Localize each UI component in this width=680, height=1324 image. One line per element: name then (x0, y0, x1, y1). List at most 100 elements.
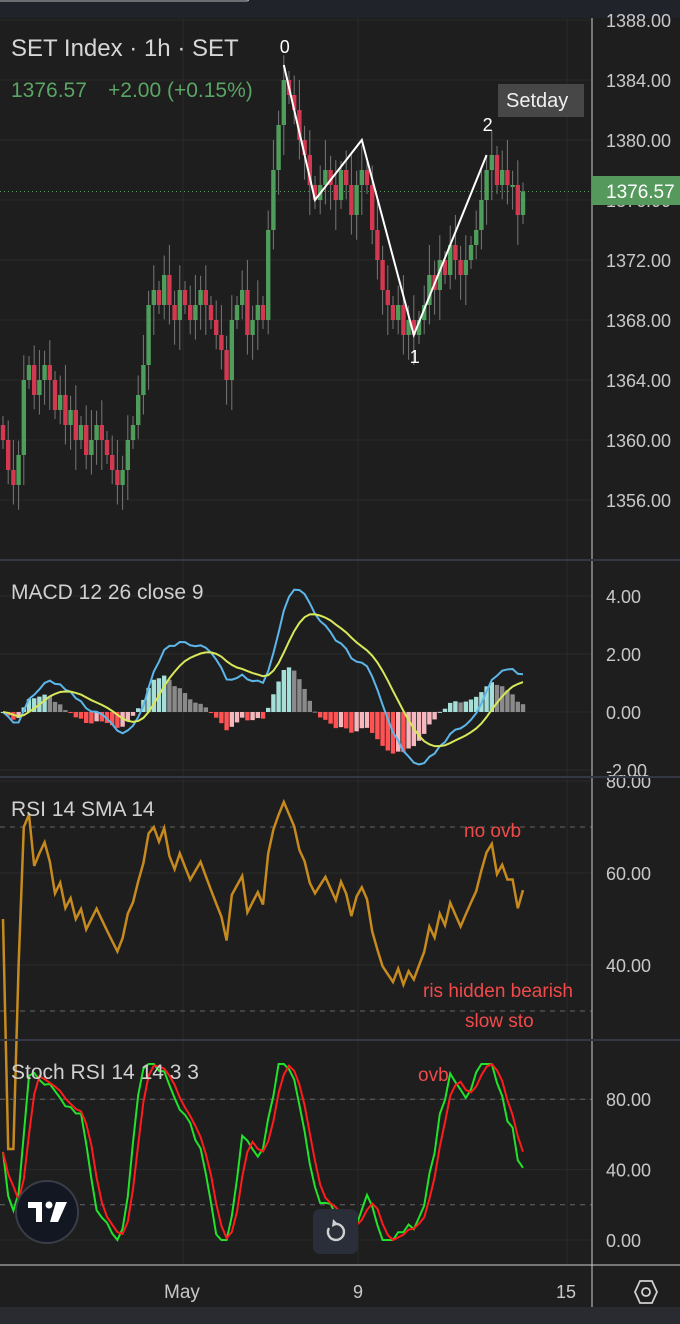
macd-histogram-bar (68, 712, 73, 713)
macd-histogram-bar (162, 675, 167, 712)
macd-histogram-bar (458, 702, 463, 712)
macd-histogram-bar (448, 702, 453, 712)
candle (401, 305, 406, 335)
candle (162, 275, 167, 305)
symbol-title[interactable]: SET Index · 1h · SET (11, 35, 239, 62)
macd-histogram-bar (494, 684, 500, 712)
macd-histogram-bar (219, 712, 224, 724)
stoch-tick-label: 0.00 (606, 1231, 641, 1251)
chart-canvas[interactable]: 1388.001384.001380.001376.001372.001368.… (0, 0, 680, 1324)
candle (84, 425, 89, 455)
candle (396, 305, 401, 320)
candle (390, 305, 396, 320)
candle (510, 185, 515, 187)
macd-histogram-bar (380, 712, 385, 746)
price-tick-label: 1380.00 (606, 131, 671, 151)
stoch-tick-label: 80.00 (606, 1090, 651, 1110)
candle (130, 425, 136, 440)
macd-histogram-bar (89, 712, 94, 724)
macd-histogram-bar (73, 712, 78, 718)
macd-histogram-bar (203, 707, 208, 712)
macd-histogram-bar (297, 679, 302, 712)
candle (136, 395, 141, 425)
candle (89, 440, 94, 455)
candle (115, 470, 120, 485)
macd-histogram-bar (130, 712, 136, 716)
macd-tick-label: 4.00 (606, 587, 641, 607)
candle (104, 440, 110, 455)
macd-histogram-bar (354, 712, 359, 732)
candle (125, 440, 130, 470)
macd-histogram-bar (245, 712, 250, 721)
macd-histogram-bar (328, 712, 333, 724)
macd-histogram-bar (266, 707, 271, 712)
macd-title[interactable]: MACD 12 26 close 9 (11, 581, 204, 604)
macd-histogram-bar (281, 669, 286, 712)
price-tick-label: 1360.00 (606, 431, 671, 451)
candle (146, 305, 151, 365)
reset-chart-button[interactable] (313, 1209, 358, 1254)
macd-histogram-bar (52, 701, 58, 712)
macd-histogram-bar (453, 701, 458, 712)
macd-tick-label: 0.00 (606, 703, 641, 723)
macd-histogram-bar (437, 711, 442, 713)
candle (349, 185, 354, 215)
candle (21, 380, 26, 455)
note-ovb: ovb (418, 1065, 449, 1086)
candle (203, 290, 208, 305)
macd-histogram-bar (63, 710, 68, 712)
rsi-title[interactable]: RSI 14 SMA 14 (11, 798, 155, 821)
macd-histogram-bar (520, 704, 526, 712)
stoch-rsi-title[interactable]: Stoch RSI 14 14 3 3 (11, 1061, 199, 1084)
candle (193, 305, 198, 320)
candle (338, 170, 344, 200)
macd-histogram-bar (271, 694, 276, 712)
macd-histogram-bar (193, 702, 198, 712)
macd-histogram-bar (302, 688, 307, 712)
macd-histogram-bar (468, 699, 474, 712)
candle (500, 170, 505, 185)
macd-histogram-bar (427, 712, 432, 725)
macd-histogram-bar (318, 712, 323, 718)
time-label-may: May (164, 1282, 200, 1303)
candle (32, 365, 37, 395)
candle (52, 380, 58, 410)
time-label-9: 9 (353, 1282, 363, 1302)
candle (385, 290, 390, 305)
macd-histogram-bar (276, 681, 281, 712)
candle (73, 410, 78, 440)
candle (172, 305, 177, 320)
tradingview-logo[interactable] (15, 1180, 79, 1244)
candle (63, 395, 68, 425)
candle (198, 290, 203, 305)
candle (42, 365, 47, 380)
macd-histogram-bar (84, 712, 89, 723)
candle (26, 365, 32, 380)
candle (245, 290, 250, 335)
macd-histogram-bar (250, 712, 255, 721)
wave-label: 1 (410, 347, 420, 367)
candle (250, 320, 255, 335)
candle (333, 185, 338, 200)
candle (58, 395, 63, 410)
candle (271, 170, 276, 230)
candle (281, 80, 286, 125)
candle (323, 170, 328, 185)
candle (219, 335, 224, 350)
macd-histogram-bar (338, 712, 344, 728)
candle (214, 320, 219, 335)
candle (484, 170, 489, 200)
candle (458, 260, 463, 275)
macd-histogram-bar (442, 708, 448, 712)
macd-histogram-bar (333, 712, 338, 729)
macd-histogram-bar (307, 700, 312, 712)
candle (156, 290, 162, 305)
candle (463, 260, 468, 275)
macd-histogram-bar (375, 712, 380, 740)
last-price: 1376.57 (11, 79, 87, 102)
macd-histogram-bar (229, 712, 234, 727)
macd-histogram-bar (167, 679, 172, 712)
note-rsi-hidden-bearish: ris hidden bearish (423, 981, 573, 1002)
candle (479, 200, 484, 230)
candle (99, 425, 104, 440)
